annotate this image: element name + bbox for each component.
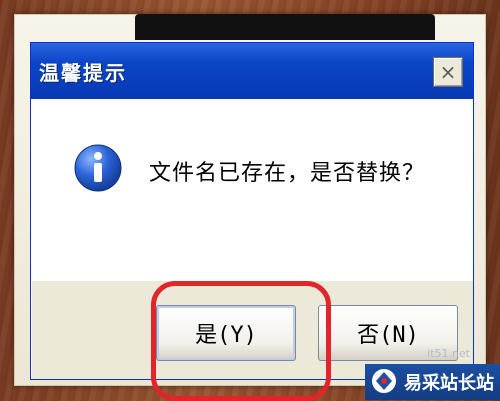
dialog-title: 温馨提示 xyxy=(39,61,127,85)
close-icon: × xyxy=(439,60,457,84)
watermark-logo: 易采站长站 xyxy=(365,364,500,400)
info-icon xyxy=(74,144,122,192)
close-button[interactable]: × xyxy=(433,57,463,87)
brand-logo-icon xyxy=(372,369,396,393)
dialog-body: 文件名已存在，是否替换？ xyxy=(31,99,473,281)
dialog-titlebar[interactable]: 温馨提示 × xyxy=(31,43,473,99)
watermark-url: it51.net xyxy=(427,347,470,360)
confirm-dialog: 温馨提示 × 文件名已存在，是否替换？ 是(Y) 否(N) xyxy=(30,42,474,401)
dialog-message: 文件名已存在，是否替换？ xyxy=(149,161,426,186)
yes-button[interactable]: 是(Y) xyxy=(156,305,296,361)
background-window-strip xyxy=(135,14,435,40)
watermark-brand: 易采站长站 xyxy=(404,373,494,394)
